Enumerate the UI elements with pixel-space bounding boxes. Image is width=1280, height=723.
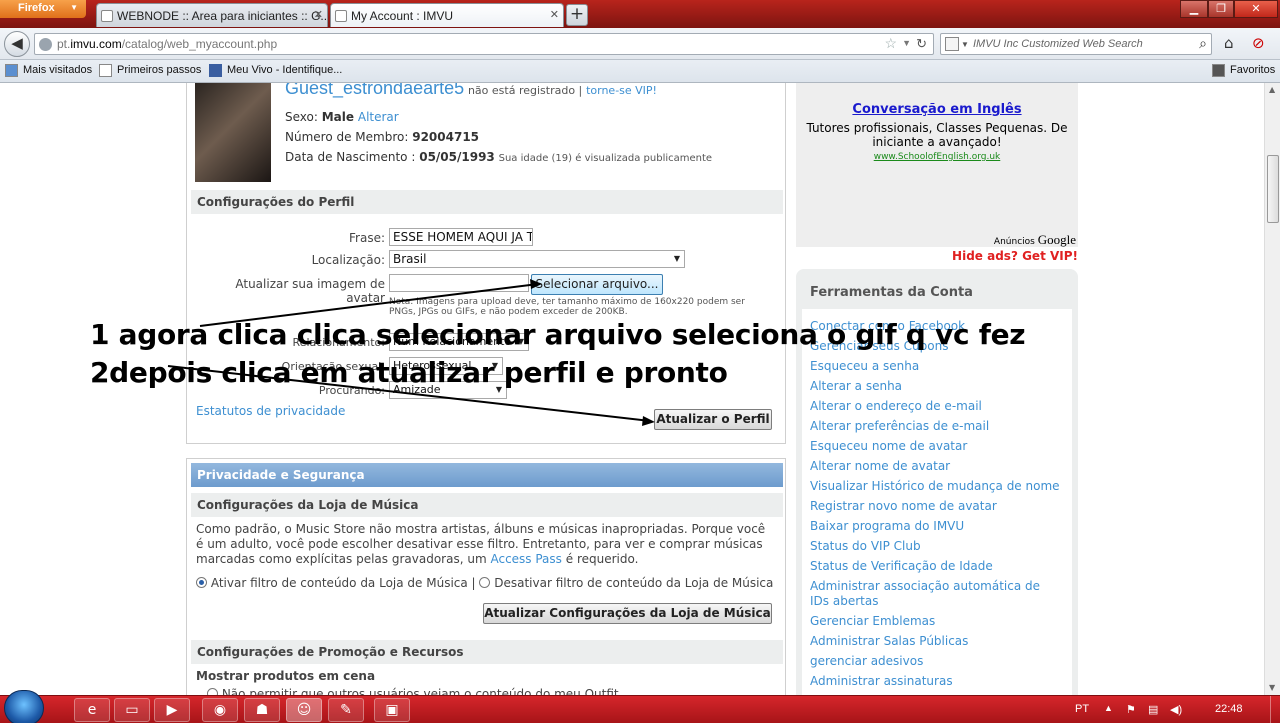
close-icon[interactable]: ✕ [314,8,323,21]
block-icon[interactable]: ⊘ [1252,34,1265,52]
page-icon [335,10,347,22]
close-window-button[interactable]: ✕ [1234,0,1278,18]
imvu-icon[interactable]: ☺ [286,698,322,722]
firefox-menu-button[interactable]: Firefox ▼ [0,0,86,18]
bookmark-label: Primeiros passos [117,64,202,76]
chevron-down-icon[interactable]: ▼ [902,38,911,48]
bookmarks-icon [5,64,18,77]
bookmark-most-visited[interactable]: Mais visitados [5,64,93,77]
paint-icon[interactable]: ✎ [328,698,364,722]
bookmark-label: Favoritos [1230,64,1276,76]
navigation-bar: ◀ pt.imvu.com/catalog/web_myaccount.php … [0,28,1280,60]
title-bar: Firefox ▼ WEBNODE :: Area para iniciantes… [0,0,1280,28]
bookmark-first-steps[interactable]: Primeiros passos [99,64,202,77]
vivo-icon [209,64,222,77]
search-placeholder: IMVU Inc Customized Web Search [973,38,1143,50]
scrollbar-thumb[interactable] [1267,155,1279,223]
network-icon[interactable]: ▤ [1148,703,1158,716]
page-icon [99,64,112,77]
search-icon[interactable]: ⌕ [1199,35,1207,52]
chevron-up-icon[interactable]: ▲ [1269,85,1275,94]
minimize-button[interactable]: ▁ [1180,0,1208,18]
volume-icon[interactable]: ◀) [1170,703,1182,716]
new-tab-button[interactable]: + [566,4,588,26]
url-path: /catalog/web_myaccount.php [121,37,278,51]
folder-icon[interactable]: ▭ [114,698,150,722]
url-bar[interactable]: pt.imvu.com/catalog/web_myaccount.php ☆ … [34,33,934,55]
bookmark-label: Mais visitados [23,64,93,76]
reload-icon[interactable]: ↻ [916,36,927,52]
url-domain: imvu.com [70,37,122,51]
tab-webnode[interactable]: WEBNODE :: Area para iniciantes :: G... ✕ [96,3,328,27]
bookmark-meu-vivo[interactable]: Meu Vivo - Identifique... [209,64,343,77]
ie-icon[interactable]: e [74,698,110,722]
bookmark-favorites[interactable]: Favoritos [1212,64,1276,77]
tab-label: WEBNODE :: Area para iniciantes :: G... [117,9,328,23]
arrowhead-icon [530,279,542,289]
show-desktop-button[interactable] [1270,696,1280,723]
tab-label: My Account : IMVU [351,9,454,23]
tab-my-account[interactable]: My Account : IMVU ✕ [330,3,564,27]
firefox-icon[interactable]: ◉ [202,698,238,722]
taskbar: e ▭ ▶ ◉ ☗ ☺ ✎ ▣ PT ▲ ⚑ ▤ ◀) 22:48 [0,690,1280,723]
bookmark-star-icon[interactable]: ☆ [884,35,897,52]
close-icon[interactable]: ✕ [550,8,559,21]
chevron-up-icon[interactable]: ▲ [1104,703,1113,713]
search-input[interactable]: ▼ IMVU Inc Customized Web Search ⌕ [940,33,1212,55]
search-engine-icon[interactable] [945,37,959,51]
annotation-text: 1 agora clica clica selecionar arquivo s… [90,316,1026,392]
home-icon[interactable]: ⌂ [1224,34,1234,52]
bookmark-label: Meu Vivo - Identifique... [227,64,343,76]
annotation-line-1: 1 agora clica clica selecionar arquivo s… [90,318,1026,351]
bookmarks-bar: Mais visitados Primeiros passos Meu Vivo… [0,60,1280,83]
vertical-scrollbar[interactable]: ▲ ▼ [1264,83,1280,695]
page-icon [101,10,113,22]
annotation-line-2: 2depois clica em atualizar perfil e pron… [90,356,728,389]
chevron-down-icon: ▼ [961,40,969,49]
firefox-menu-label: Firefox [18,2,55,14]
windows-start-icon[interactable] [4,690,44,723]
star-icon [1212,64,1225,77]
maximize-button[interactable]: ❐ [1208,0,1234,18]
app-icon[interactable]: ☗ [244,698,280,722]
globe-icon [39,38,52,51]
chevron-down-icon: ▼ [70,3,78,12]
chevron-down-icon[interactable]: ▼ [1269,683,1275,692]
flag-icon[interactable]: ⚑ [1126,703,1136,716]
language-indicator[interactable]: PT [1075,703,1089,715]
media-player-icon[interactable]: ▶ [154,698,190,722]
url-prefix: pt. [57,37,71,51]
arrowhead-icon [642,416,655,426]
clock[interactable]: 22:48 [1215,703,1243,715]
back-arrow-icon[interactable]: ◀ [4,31,30,57]
window-icon[interactable]: ▣ [374,698,410,722]
